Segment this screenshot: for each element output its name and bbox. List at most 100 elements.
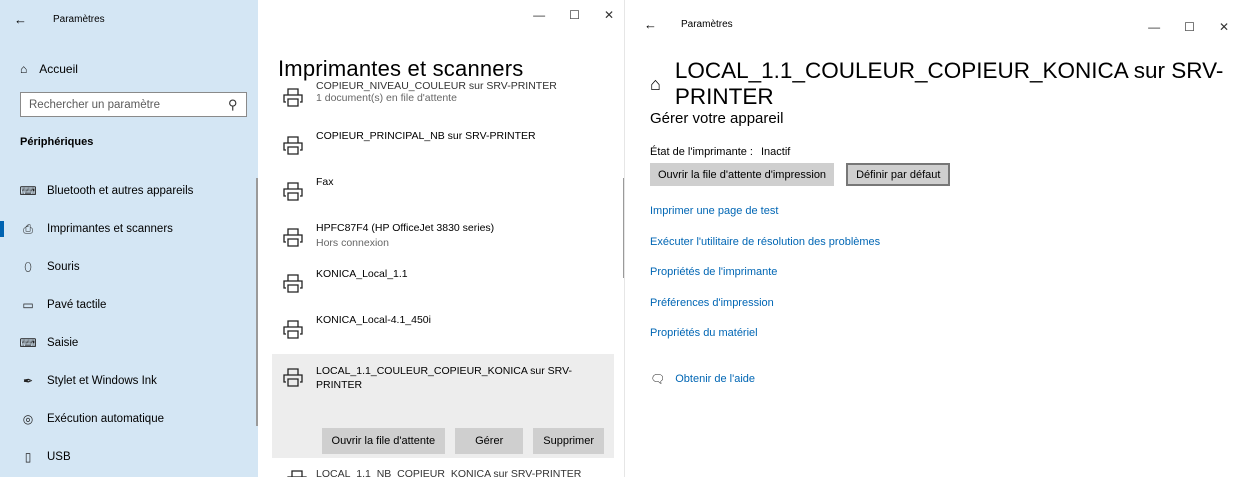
sidebar-item-label: Bluetooth et autres appareils — [47, 185, 194, 197]
remove-button[interactable]: Supprimer — [533, 428, 604, 454]
printer-status: Hors connexion — [316, 237, 389, 249]
printer-name: Fax — [316, 176, 334, 188]
link-printing-preferences[interactable]: Préférences d'impression — [650, 297, 880, 328]
sidebar-item[interactable]: ◎ Exécution automatique — [0, 400, 258, 438]
sidebar-item-label: Saisie — [47, 337, 79, 349]
printer-item[interactable]: LOCAL_1.1_NB_COPIEUR_KONICA sur SRV-PRIN… — [286, 468, 581, 477]
sidebar: ← Paramètres ⌂ Accueil Rechercher un par… — [0, 0, 258, 477]
sidebar-item[interactable]: ⬯ Souris — [0, 248, 258, 286]
sidebar-item[interactable]: ⌨ Saisie — [0, 324, 258, 362]
state-value: Inactif — [760, 146, 791, 158]
sidebar-item-label: Stylet et Windows Ink — [47, 375, 157, 387]
printer-item[interactable]: HPFC87F4 (HP OfficeJet 3830 series) Hors … — [272, 216, 614, 262]
printer-icon — [283, 182, 303, 201]
sidebar-item-label: Pavé tactile — [47, 299, 107, 311]
printer-item[interactable]: KONICA_Local-4.1_450i — [272, 308, 614, 354]
minimize-icon[interactable]: — — [533, 8, 545, 22]
home-icon: ⌂ — [650, 73, 661, 94]
printer-state: État de l'imprimante : Inactif — [650, 146, 790, 158]
printer-icon — [283, 136, 303, 155]
sidebar-item-label: USB — [47, 451, 71, 463]
printer-icon: ⎙ — [23, 221, 33, 236]
get-help-link[interactable]: 🗨 Obtenir de l'aide — [650, 372, 755, 386]
usb-icon: ▯ — [24, 450, 32, 464]
title-bar: ← Paramètres — [644, 18, 733, 31]
help-chat-icon: 🗨 — [650, 372, 666, 386]
nav-home[interactable]: ⌂ Accueil — [20, 62, 78, 76]
mouse-icon: ⬯ — [24, 259, 32, 274]
printer-item[interactable]: COPIEUR_NIVEAU_COULEUR sur SRV-PRINTER 1 … — [272, 80, 614, 124]
printer-icon — [283, 228, 303, 247]
printer-name: HPFC87F4 (HP OfficeJet 3830 series) — [316, 222, 495, 234]
keyboard-icon: ⌨ — [19, 336, 37, 350]
window-divider — [624, 0, 633, 477]
sidebar-nav: ⌨ Bluetooth et autres appareils ⎙ Imprimant… — [0, 172, 258, 476]
open-queue-button[interactable]: Ouvrir la file d'attente — [321, 428, 446, 454]
set-default-button[interactable]: Définir par défaut — [846, 163, 951, 186]
sidebar-item[interactable]: ▯ USB — [0, 438, 258, 476]
page-header: ⌂ LOCAL_1.1_COULEUR_COPIEUR_KONICA sur S… — [650, 58, 1233, 110]
printer-actions: Ouvrir la file d'attente Gérer Supprimer — [321, 428, 604, 454]
back-arrow-icon[interactable]: ← — [644, 18, 657, 31]
device-actions: Ouvrir la file d'attente d'impression Dé… — [650, 163, 951, 186]
maximize-icon[interactable]: ☐ — [569, 8, 580, 22]
sidebar-item[interactable]: ⌨ Bluetooth et autres appareils — [0, 172, 258, 210]
link-print-test-page[interactable]: Imprimer une page de test — [650, 205, 880, 236]
printer-icon — [283, 88, 303, 107]
search-placeholder: Rechercher un paramètre — [29, 98, 161, 111]
pen-icon: ✒ — [22, 374, 34, 388]
printer-list: COPIEUR_NIVEAU_COULEUR sur SRV-PRINTER 1 … — [272, 80, 614, 354]
autoplay-icon: ◎ — [22, 412, 34, 426]
sidebar-item[interactable]: ✒ Stylet et Windows Ink — [0, 362, 258, 400]
page-title: LOCAL_1.1_COULEUR_COPIEUR_KONICA sur SRV… — [674, 58, 1224, 109]
window-controls: — ☐ ✕ — [533, 8, 614, 22]
printer-item-selected[interactable]: LOCAL_1.1_COULEUR_COPIEUR_KONICA sur SRV… — [272, 354, 614, 458]
window-controls: — ☐ ✕ — [1148, 20, 1229, 34]
printer-name: COPIEUR_NIVEAU_COULEUR sur SRV-PRINTER — [316, 80, 557, 92]
nav-home-label: Accueil — [39, 62, 78, 76]
bluetooth-devices-icon: ⌨ — [19, 184, 37, 198]
settings-window-device: ← Paramètres — ☐ ✕ ⌂ LOCAL_1.1_COULEUR_C… — [634, 0, 1233, 477]
main-panel: — ☐ ✕ Imprimantes et scanners COPIEUR_NI… — [258, 0, 624, 477]
manage-button[interactable]: Gérer — [455, 428, 524, 454]
printer-name: KONICA_Local_1.1 — [316, 268, 408, 280]
printer-name: LOCAL_1.1_NB_COPIEUR_KONICA sur SRV-PRIN… — [316, 468, 582, 477]
maximize-icon[interactable]: ☐ — [1184, 20, 1195, 34]
printer-item[interactable]: COPIEUR_PRINCIPAL_NB sur SRV-PRINTER — [272, 124, 614, 170]
sidebar-item-label: Imprimantes et scanners — [47, 223, 173, 235]
page-title: Imprimantes et scanners — [278, 56, 524, 81]
title-bar: ← Paramètres — [14, 13, 105, 26]
settings-window-printers: ← Paramètres ⌂ Accueil Rechercher un par… — [0, 0, 624, 477]
window-title: Paramètres — [53, 14, 105, 25]
back-arrow-icon[interactable]: ← — [14, 13, 27, 26]
printer-icon — [283, 274, 303, 293]
printer-icon — [283, 320, 303, 339]
touchpad-icon: ▭ — [22, 298, 34, 312]
get-help-label: Obtenir de l'aide — [675, 373, 755, 385]
minimize-icon[interactable]: — — [1148, 20, 1160, 34]
sidebar-item[interactable]: ▭ Pavé tactile — [0, 286, 258, 324]
printer-item[interactable]: KONICA_Local_1.1 — [272, 262, 614, 308]
link-hardware-properties[interactable]: Propriétés du matériel — [650, 327, 880, 358]
link-printer-properties[interactable]: Propriétés de l'imprimante — [650, 266, 880, 297]
printer-name: COPIEUR_PRINCIPAL_NB sur SRV-PRINTER — [316, 130, 536, 142]
device-links: Imprimer une page de test Exécuter l'uti… — [650, 205, 880, 358]
printer-icon — [287, 470, 307, 477]
printer-name: LOCAL_1.1_COULEUR_COPIEUR_KONICA sur SRV… — [316, 365, 572, 391]
sidebar-item-label: Souris — [47, 261, 80, 273]
sidebar-item[interactable]: ⎙ Imprimantes et scanners — [0, 210, 258, 248]
printer-item[interactable]: Fax — [272, 170, 614, 216]
open-print-queue-button[interactable]: Ouvrir la file d'attente d'impression — [650, 163, 835, 186]
search-icon[interactable]: ⚲ — [228, 97, 238, 113]
section-heading: Gérer votre appareil — [650, 110, 784, 127]
search-input[interactable]: Rechercher un paramètre ⚲ — [20, 92, 247, 117]
home-icon: ⌂ — [20, 62, 28, 76]
printer-name: KONICA_Local-4.1_450i — [316, 314, 431, 326]
section-heading: Périphériques — [20, 136, 94, 148]
close-icon[interactable]: ✕ — [1219, 20, 1229, 34]
link-troubleshooter[interactable]: Exécuter l'utilitaire de résolution des … — [650, 236, 880, 267]
window-title: Paramètres — [681, 19, 733, 30]
printer-status: 1 document(s) en file d'attente — [316, 92, 457, 104]
close-icon[interactable]: ✕ — [604, 8, 614, 22]
printer-icon — [283, 368, 303, 387]
